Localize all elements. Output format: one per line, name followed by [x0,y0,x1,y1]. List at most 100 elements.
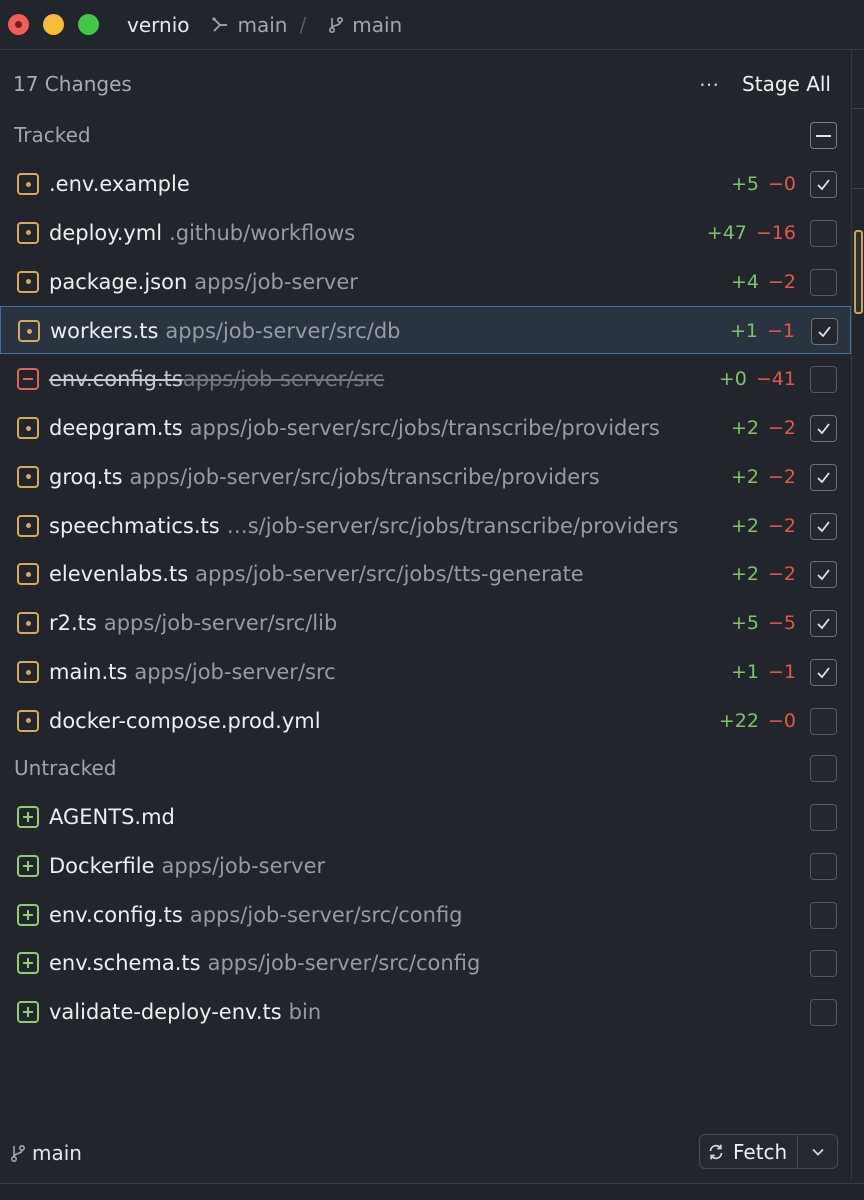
modified-status-icon [17,563,39,586]
git-merge-icon [212,16,228,32]
checkmark-icon [817,472,830,484]
file-row[interactable]: Dockerfile apps/job-server [0,842,851,890]
file-label: validate-deploy-env.ts bin [49,988,321,1036]
stage-checkbox[interactable] [810,950,837,978]
diff-stats: +2 −2 [731,453,796,501]
modified-status-icon [17,612,39,635]
additions-count: +2 [730,417,759,439]
stage-checkbox[interactable] [810,512,837,540]
window-controls [8,14,99,35]
git-branch-icon [329,16,344,33]
tracked-section-header[interactable]: Tracked [0,111,851,159]
fetch-options-dropdown[interactable] [798,1135,837,1168]
file-path: bin [288,1000,322,1025]
deletions-count: −1 [767,661,796,683]
stage-checkbox[interactable] [810,707,837,735]
stage-checkbox[interactable] [810,415,837,442]
file-row[interactable]: deepgram.ts apps/job-server/src/jobs/tran… [0,404,851,452]
file-row[interactable]: package.json apps/job-server +4 −2 [0,258,851,306]
tracked-label: Tracked [14,123,91,147]
deleted-status-icon [17,368,39,391]
file-label: workers.ts apps/job-server/src/db [50,307,401,355]
deletions-count: −0 [767,173,796,195]
stage-checkbox[interactable] [810,852,837,880]
stage-checkbox[interactable] [810,610,837,638]
checkmark-icon [817,569,830,581]
stage-checkbox[interactable] [810,804,837,831]
stage-checkbox[interactable] [811,318,838,346]
tracked-select-all-checkbox[interactable] [810,122,837,149]
deletions-count: −41 [755,368,796,391]
additions-count: +2 [730,563,759,586]
deletions-count: −2 [767,514,796,537]
checkmark-icon [818,326,831,338]
additions-count: +22 [718,709,759,732]
stage-checkbox[interactable] [810,219,837,247]
added-status-icon [17,952,39,975]
file-path: apps/job-server/src/jobs/transcribe/prov… [129,464,600,489]
worktree-crumb[interactable]: main [211,13,287,37]
fetch-button[interactable]: Fetch [700,1135,797,1168]
stage-checkbox[interactable] [810,901,837,929]
diff-stats: +4 −2 [731,258,796,306]
file-label: env.config.ts apps/job-server/src/config [49,891,463,939]
file-row[interactable]: main.ts apps/job-server/src +1 −1 [0,648,851,696]
file-label: main.ts apps/job-server/src [49,648,336,696]
file-path: apps/job-server/src [134,660,336,684]
file-path: apps/job-server/src/config [189,902,463,927]
stage-checkbox[interactable] [810,659,837,686]
fetch-split-button: Fetch [699,1134,838,1169]
modified-status-icon [17,221,39,244]
diff-stats: +2 −2 [731,404,796,452]
file-name: docker-compose.prod.yml [49,708,321,733]
added-status-icon [17,903,39,926]
file-path: apps/job-server/src/db [165,319,401,344]
current-branch[interactable]: main [10,1141,82,1165]
file-row[interactable]: docker-compose.prod.yml +22 −0 [0,697,851,745]
scrollbar-track[interactable] [851,50,864,1180]
deletions-count: −2 [767,417,796,439]
stage-checkbox[interactable] [810,171,837,198]
file-row[interactable]: .env.example +5 −0 [0,160,851,208]
file-row[interactable]: validate-deploy-env.ts bin [0,988,851,1036]
file-name: .env.example [49,172,190,196]
file-row[interactable]: groq.ts apps/job-server/src/jobs/transcri… [0,453,851,501]
deletions-count: −2 [767,465,796,488]
stage-checkbox[interactable] [810,999,837,1027]
file-row[interactable]: AGENTS.md [0,793,851,841]
checkmark-icon [817,179,830,191]
stage-all-button[interactable]: Stage All [742,72,831,96]
file-path: .github/workflows [169,220,356,245]
file-row[interactable]: env.schema.ts apps/job-server/src/config [0,939,851,987]
scrollbar-thumb[interactable] [854,230,863,314]
file-label: Dockerfile apps/job-server [49,842,325,890]
untracked-select-all-checkbox[interactable] [810,755,837,782]
zoom-window-button[interactable] [78,14,99,35]
stage-checkbox[interactable] [810,268,837,296]
close-window-button[interactable] [8,14,29,35]
ellipsis-icon[interactable]: ⋯ [699,72,720,96]
source-control-panel: vernio main / main 17 Changes ⋯ Stage Al… [0,0,864,1200]
file-row[interactable]: speechmatics.ts …s/job-server/src/jobs/tr… [0,502,851,550]
branch-crumb[interactable]: main [328,13,402,37]
file-row[interactable]: env.config.ts apps/job-server/src/config [0,891,851,939]
file-row[interactable]: deploy.yml .github/workflows +47 −16 [0,209,851,257]
file-row[interactable]: env.config.ts apps/job-server/src +0 −41 [0,355,851,403]
file-path: …s/job-server/src/jobs/transcribe/provid… [226,513,679,538]
file-name: env.schema.ts [49,951,201,976]
file-name: env.config.ts [49,902,183,927]
additions-count: +4 [730,270,759,293]
file-name: AGENTS.md [49,805,175,829]
minimize-window-button[interactable] [43,14,64,35]
untracked-section-header[interactable]: Untracked [0,744,851,792]
file-row[interactable]: workers.ts apps/job-server/src/db +1 −1 [0,306,851,355]
scroll-marker [852,188,864,189]
diff-stats: +1 −1 [731,648,796,696]
file-row[interactable]: elevenlabs.ts apps/job-server/src/jobs/tt… [0,550,851,598]
stage-checkbox[interactable] [810,463,837,491]
stage-checkbox[interactable] [810,366,837,394]
file-row[interactable]: r2.ts apps/job-server/src/lib +5 −5 [0,599,851,647]
repository-name[interactable]: vernio [127,13,189,37]
file-label: AGENTS.md [49,793,175,841]
stage-checkbox[interactable] [810,561,837,589]
